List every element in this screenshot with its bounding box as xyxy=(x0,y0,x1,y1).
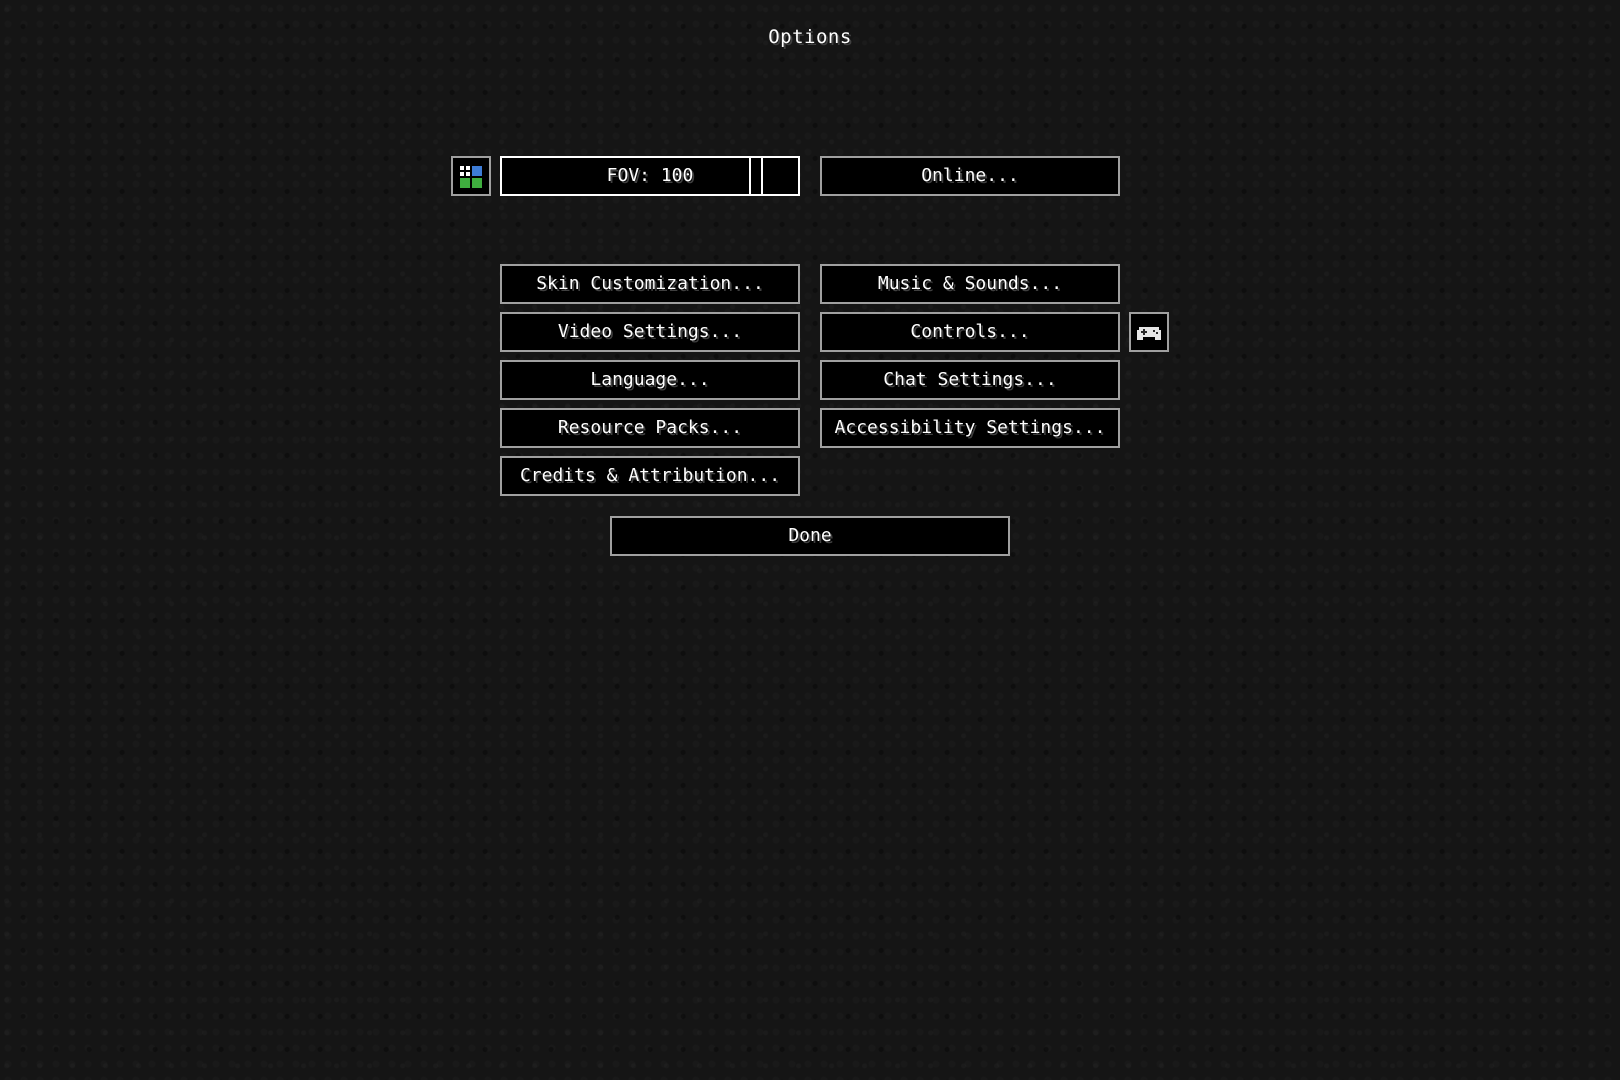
done-button[interactable]: Done xyxy=(610,516,1010,556)
online-button[interactable]: Online... xyxy=(820,156,1120,196)
skin-customization-button[interactable]: Skin Customization... xyxy=(500,264,800,304)
language-button[interactable]: Language... xyxy=(500,360,800,400)
options-screen: Options FOV: 100 Online... Skin Customiz… xyxy=(0,0,1620,1080)
resource-packs-button[interactable]: Resource Packs... xyxy=(500,408,800,448)
accessibility-settings-button[interactable]: Accessibility Settings... xyxy=(820,408,1120,448)
controls-button[interactable]: Controls... xyxy=(820,312,1120,352)
fov-slider-handle[interactable] xyxy=(749,156,763,196)
screen-title: Options xyxy=(768,26,852,48)
chat-settings-button[interactable]: Chat Settings... xyxy=(820,360,1120,400)
controller-settings-button[interactable] xyxy=(1129,312,1169,352)
video-settings-button[interactable]: Video Settings... xyxy=(500,312,800,352)
grid-squares-icon xyxy=(460,166,482,188)
credits-attribution-button[interactable]: Credits & Attribution... xyxy=(500,456,800,496)
difficulty-lock-button[interactable] xyxy=(451,156,491,196)
music-sounds-button[interactable]: Music & Sounds... xyxy=(820,264,1120,304)
fov-slider[interactable]: FOV: 100 xyxy=(500,156,800,196)
gamepad-icon xyxy=(1137,327,1161,340)
